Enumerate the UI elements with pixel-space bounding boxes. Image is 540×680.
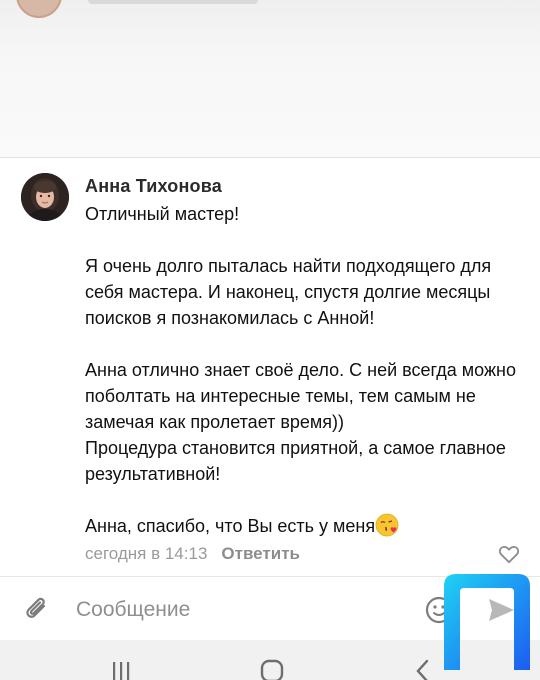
back-icon[interactable] (414, 658, 432, 680)
avatar-photo (21, 173, 69, 221)
previous-comment-text-cut (88, 0, 258, 4)
comment-meta: сегодня в 14:13 Ответить (85, 544, 300, 564)
comment-body: Отличный мастер! Я очень долго пыталась … (85, 201, 525, 539)
previous-comment-area (0, 0, 540, 158)
avatar[interactable] (21, 173, 69, 221)
kiss-emoji-icon (375, 513, 399, 537)
comment-timestamp: сегодня в 14:13 (85, 544, 208, 563)
reply-link[interactable]: Ответить (221, 544, 300, 563)
heart-outline-icon[interactable] (498, 544, 520, 564)
comment-author[interactable]: Анна Тихонова (85, 176, 222, 197)
previous-comment-avatar[interactable] (16, 0, 62, 18)
message-input[interactable] (76, 593, 406, 627)
comment-item: Анна Тихонова Отличный мастер! Я очень д… (0, 158, 540, 576)
paperclip-icon[interactable] (22, 595, 52, 625)
brand-logo-watermark (444, 574, 530, 670)
home-icon[interactable] (259, 658, 285, 680)
recent-apps-icon[interactable] (110, 660, 132, 680)
comment-text: Отличный мастер! Я очень долго пыталась … (85, 204, 516, 536)
